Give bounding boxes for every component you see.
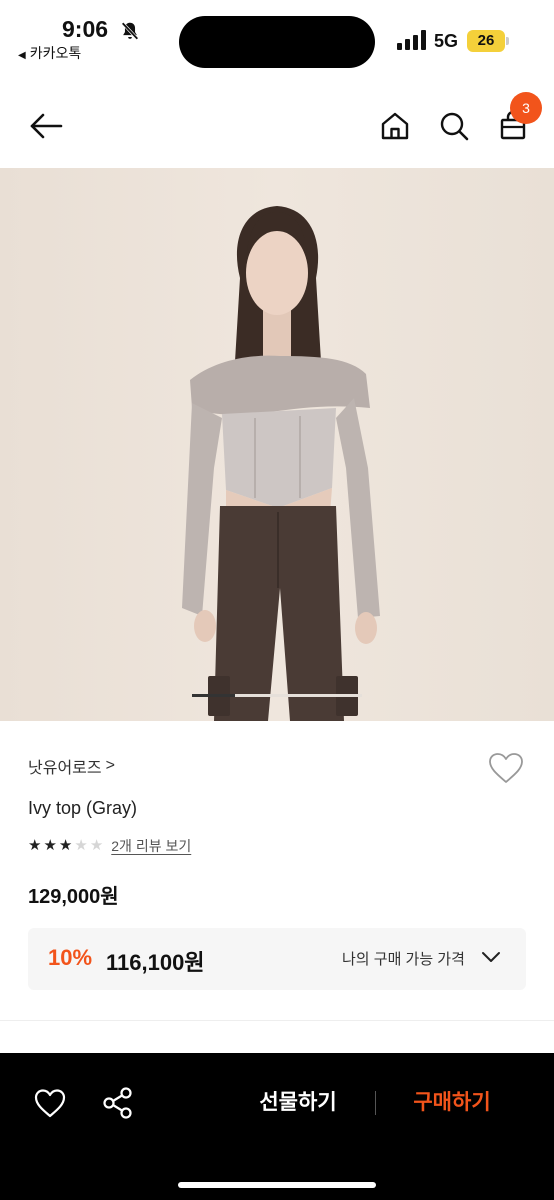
- brand-name: 낫유어로즈: [28, 760, 102, 777]
- search-button[interactable]: [434, 106, 474, 146]
- heart-outline-icon: [489, 753, 523, 783]
- battery-icon: 26: [467, 30, 509, 52]
- bell-off-icon: [121, 22, 139, 40]
- heart-outline-icon: [34, 1089, 66, 1118]
- star-empty-icon: ★: [74, 837, 88, 854]
- back-app-label: 카카오톡: [29, 45, 82, 61]
- pager-active-segment: [192, 694, 235, 697]
- bottom-wishlist-button[interactable]: [32, 1085, 68, 1121]
- back-arrow-icon: [30, 113, 63, 139]
- back-to-app-link[interactable]: ◀ 카카오톡: [18, 43, 81, 63]
- network-type: 5G: [434, 31, 459, 51]
- top-nav-bar: 3: [0, 84, 554, 168]
- rating-row: ★ ★ ★ ★ ★ 2개 리뷰 보기: [28, 836, 191, 856]
- chevron-down-icon: [482, 952, 500, 962]
- bottom-action-bar: 선물하기 구매하기: [0, 1053, 554, 1200]
- section-divider: [0, 1020, 554, 1021]
- back-triangle-icon: ◀: [18, 50, 26, 61]
- star-filled-icon: ★: [58, 837, 73, 854]
- product-photo: [182, 206, 380, 721]
- search-icon: [440, 112, 469, 141]
- status-time: 9:06: [62, 16, 109, 42]
- battery-level: 26: [477, 32, 495, 49]
- share-icon: [103, 1087, 132, 1119]
- sale-price: 116,100원: [106, 950, 205, 975]
- wishlist-button[interactable]: [486, 748, 526, 788]
- star-empty-icon: ★: [89, 837, 104, 854]
- my-price-label: 나의 구매 가능 가격: [342, 951, 465, 968]
- star-filled-icon: ★: [43, 837, 57, 854]
- button-separator: [375, 1091, 376, 1115]
- review-link[interactable]: 2개 리뷰 보기: [111, 836, 191, 856]
- home-indicator[interactable]: [178, 1182, 376, 1188]
- my-price-dropdown[interactable]: 10% 116,100원 나의 구매 가능 가격: [28, 928, 526, 990]
- gift-button[interactable]: 선물하기: [248, 1087, 348, 1119]
- status-bar: 9:06 ◀ 카카오톡 5G 26: [0, 0, 554, 80]
- home-button[interactable]: [375, 106, 415, 146]
- share-button[interactable]: [100, 1085, 136, 1121]
- star-filled-icon: ★: [28, 837, 42, 854]
- list-price: 129,000원: [28, 886, 119, 908]
- buy-button[interactable]: 구매하기: [402, 1087, 502, 1119]
- product-title: Ivy top (Gray): [28, 798, 138, 818]
- brand-link[interactable]: 낫유어로즈 >: [28, 754, 115, 778]
- back-button[interactable]: [26, 106, 66, 146]
- product-image[interactable]: [0, 168, 554, 721]
- cellular-signal-icon: [397, 30, 426, 50]
- discount-rate: 10%: [48, 945, 93, 970]
- chevron-right-icon: >: [105, 757, 115, 774]
- image-pager-indicator: [192, 694, 362, 697]
- cart-count-badge: 3: [510, 92, 542, 124]
- dynamic-island: [179, 16, 375, 68]
- home-icon: [381, 112, 409, 140]
